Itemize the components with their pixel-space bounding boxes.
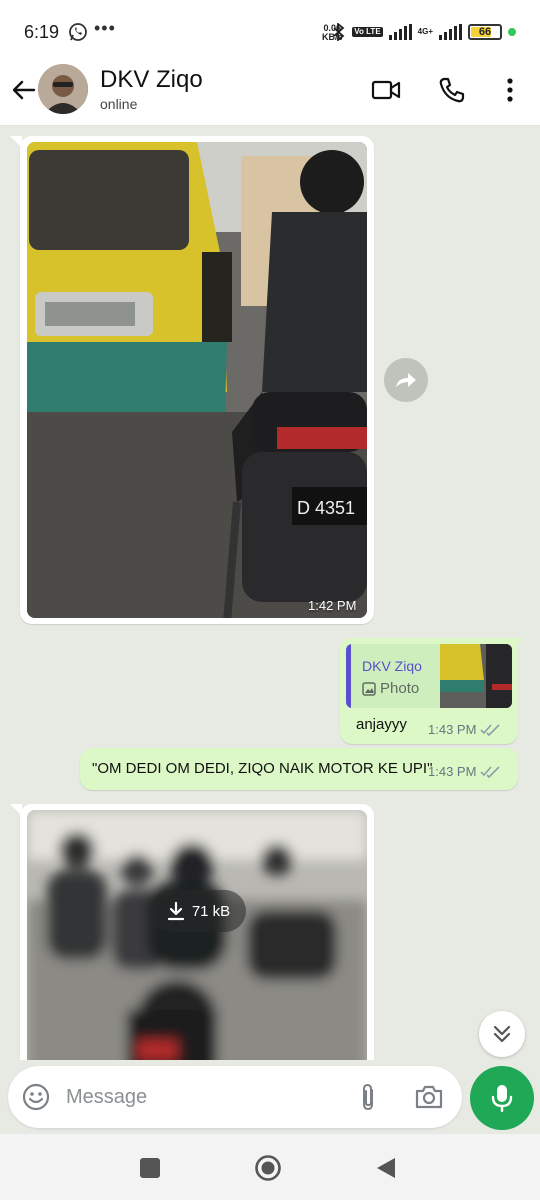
chat-area[interactable]: D 4351 1:42 PM DKV Ziqo Photo anjayyy 1:… bbox=[0, 126, 540, 1060]
quote-type: Photo bbox=[362, 680, 419, 697]
more-vertical-icon bbox=[507, 78, 513, 102]
status-time: 6:19 bbox=[24, 22, 60, 42]
signal-icon-2 bbox=[439, 24, 462, 40]
emoji-icon[interactable] bbox=[22, 1083, 50, 1111]
camera-icon[interactable] bbox=[414, 1082, 444, 1112]
more-notifications-icon: ••• bbox=[94, 18, 116, 38]
triangle-back-icon bbox=[377, 1158, 395, 1178]
contact-name[interactable]: DKV Ziqo bbox=[100, 66, 203, 94]
message-text: anjayyy bbox=[356, 716, 407, 733]
incoming-photo-message[interactable]: D 4351 1:42 PM bbox=[20, 136, 374, 624]
back-button[interactable] bbox=[372, 1154, 400, 1182]
forward-icon bbox=[396, 373, 416, 387]
message-time: 1:42 PM bbox=[308, 598, 357, 613]
photo-icon bbox=[362, 681, 376, 696]
message-meta: 1:43 PM bbox=[428, 764, 500, 779]
voice-call-button[interactable] bbox=[432, 70, 472, 110]
message-text: "OM DEDI OM DEDI, ZIQO NAIK MOTOR KE UPI… bbox=[92, 760, 433, 777]
message-time: 1:43 PM bbox=[428, 764, 477, 779]
status-bar: 6:19 ••• 0.06 KB/s Vo LTE 4G+ 66 bbox=[0, 0, 540, 62]
download-icon bbox=[167, 901, 184, 921]
voice-record-button[interactable] bbox=[470, 1066, 534, 1130]
double-chevron-down-icon bbox=[493, 1025, 511, 1043]
phone-icon bbox=[439, 77, 465, 103]
avatar[interactable] bbox=[38, 64, 88, 114]
square-icon bbox=[140, 1158, 160, 1178]
network-type: 4G+ bbox=[417, 27, 433, 36]
microphone-icon bbox=[491, 1085, 513, 1113]
contact-status: online bbox=[100, 96, 138, 112]
recents-button[interactable] bbox=[136, 1154, 164, 1182]
quote-bar bbox=[346, 644, 351, 708]
message-composer[interactable]: Message bbox=[8, 1066, 462, 1128]
message-input[interactable]: Message bbox=[66, 1086, 147, 1109]
battery-icon: 66 bbox=[468, 24, 502, 40]
volte-tag: Vo LTE bbox=[352, 27, 383, 37]
back-arrow-icon[interactable] bbox=[10, 76, 38, 104]
privacy-indicator-dot bbox=[508, 28, 516, 36]
video-call-button[interactable] bbox=[366, 70, 406, 110]
home-button[interactable] bbox=[254, 1154, 282, 1182]
bluetooth-icon bbox=[333, 23, 345, 41]
video-camera-icon bbox=[371, 80, 401, 100]
photo-image[interactable]: D 4351 bbox=[27, 142, 367, 618]
forward-button[interactable] bbox=[384, 358, 428, 402]
signal-icon bbox=[388, 24, 412, 40]
outgoing-text-message[interactable]: "OM DEDI OM DEDI, ZIQO NAIK MOTOR KE UPI… bbox=[80, 748, 518, 790]
quoted-message[interactable]: DKV Ziqo Photo bbox=[346, 644, 512, 708]
message-time: 1:43 PM bbox=[428, 722, 477, 737]
battery-level: 66 bbox=[478, 26, 492, 38]
double-check-icon bbox=[480, 723, 500, 736]
download-size: 71 kB bbox=[191, 902, 231, 920]
double-check-icon bbox=[480, 765, 500, 778]
blurred-photo-image[interactable] bbox=[27, 810, 367, 1060]
status-icons: Vo LTE 4G+ 66 bbox=[332, 22, 516, 42]
chat-header: DKV Ziqo online bbox=[0, 62, 540, 126]
message-meta: 1:43 PM bbox=[428, 722, 500, 737]
download-button[interactable]: 71 kB bbox=[150, 890, 246, 932]
outgoing-reply-message[interactable]: DKV Ziqo Photo anjayyy 1:43 PM bbox=[340, 638, 518, 744]
circle-icon bbox=[255, 1155, 281, 1181]
attachment-icon[interactable] bbox=[354, 1082, 384, 1112]
quote-sender: DKV Ziqo bbox=[362, 658, 422, 674]
quote-thumbnail bbox=[440, 644, 512, 708]
incoming-photo-message[interactable] bbox=[20, 804, 374, 1060]
svg-text:D 4351: D 4351 bbox=[297, 498, 355, 518]
more-options-button[interactable] bbox=[490, 70, 530, 110]
scroll-to-bottom-button[interactable] bbox=[479, 1011, 525, 1057]
whatsapp-notification-icon bbox=[69, 23, 87, 41]
system-navigation-bar bbox=[0, 1134, 540, 1200]
